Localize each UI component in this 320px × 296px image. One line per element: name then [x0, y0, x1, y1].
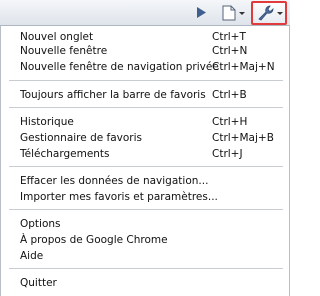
menu-item-shortcut: Ctrl+J	[212, 148, 243, 160]
menu-separator	[9, 80, 283, 81]
wrench-dropdown-menu: Nouvel onglet Ctrl+T Nouvelle fenêtre Ctrl+…	[0, 26, 290, 296]
menu-item-historique[interactable]: Historique Ctrl+H	[2, 115, 288, 130]
toolbar	[0, 0, 290, 26]
chevron-down-icon	[239, 12, 245, 15]
play-icon	[197, 7, 206, 18]
menu-item-nouvelle-fenetre-de-navigation-privee[interactable]: Nouvelle fenêtre de navigation privée Ctr…	[2, 60, 288, 75]
menu-item-label: À propos de Google Chrome	[20, 234, 168, 246]
menu-item-label: Gestionnaire de favoris	[20, 132, 143, 144]
menu-item-label: Nouvel onglet	[20, 31, 94, 43]
menu-separator	[9, 166, 283, 167]
menu-item-telechargements[interactable]: Téléchargements Ctrl+J	[2, 147, 288, 162]
menu-item-aide[interactable]: Aide	[2, 249, 288, 264]
menu-item-shortcut: Ctrl+H	[212, 116, 248, 128]
chevron-down-icon	[277, 12, 283, 15]
menu-item-shortcut: Ctrl+B	[212, 89, 247, 101]
menu-item-label: Historique	[20, 116, 74, 128]
menu-item-a-propos-de-google-chrome[interactable]: À propos de Google Chrome	[2, 233, 288, 248]
menu-item-nouvelle-fenetre[interactable]: Nouvelle fenêtre Ctrl+N	[2, 44, 288, 59]
play-button[interactable]	[190, 2, 212, 23]
menu-item-importer-mes-favoris-et-parametres[interactable]: Importer mes favoris et paramètres...	[2, 190, 288, 205]
menu-separator	[9, 268, 283, 269]
menu-item-gestionnaire-de-favoris[interactable]: Gestionnaire de favoris Ctrl+Maj+B	[2, 131, 288, 146]
menu-item-label: Nouvelle fenêtre	[20, 45, 108, 57]
menu-item-shortcut: Ctrl+Maj+B	[212, 132, 274, 144]
menu-item-nouvel-onglet[interactable]: Nouvel onglet Ctrl+T	[2, 30, 288, 45]
menu-item-toujours-afficher-la-barre-de-favoris[interactable]: Toujours afficher la barre de favoris Ctr…	[2, 88, 288, 103]
menu-separator	[9, 107, 283, 108]
page-menu-button[interactable]	[218, 2, 248, 23]
browser-window: Nouvel onglet Ctrl+T Nouvelle fenêtre Ctrl+…	[0, 0, 290, 296]
menu-item-label: Effacer les données de navigation...	[20, 175, 209, 187]
menu-item-label: Téléchargements	[20, 148, 110, 160]
menu-item-label: Options	[20, 218, 61, 230]
menu-item-label: Aide	[20, 250, 44, 262]
menu-item-label: Importer mes favoris et paramètres...	[20, 191, 218, 203]
menu-item-shortcut: Ctrl+T	[212, 31, 246, 43]
wrench-menu-button[interactable]	[251, 1, 287, 25]
menu-separator	[9, 209, 283, 210]
menu-item-shortcut: Ctrl+Maj+N	[212, 61, 275, 73]
menu-item-options[interactable]: Options	[2, 217, 288, 232]
menu-item-quitter[interactable]: Quitter	[2, 276, 288, 291]
menu-item-shortcut: Ctrl+N	[212, 45, 248, 57]
menu-item-effacer-les-donnees-de-navigation[interactable]: Effacer les données de navigation...	[2, 174, 288, 189]
menu-item-label: Quitter	[20, 277, 57, 289]
menu-item-label: Nouvelle fenêtre de navigation privée	[20, 61, 219, 73]
menu-item-label: Toujours afficher la barre de favoris	[20, 89, 206, 101]
